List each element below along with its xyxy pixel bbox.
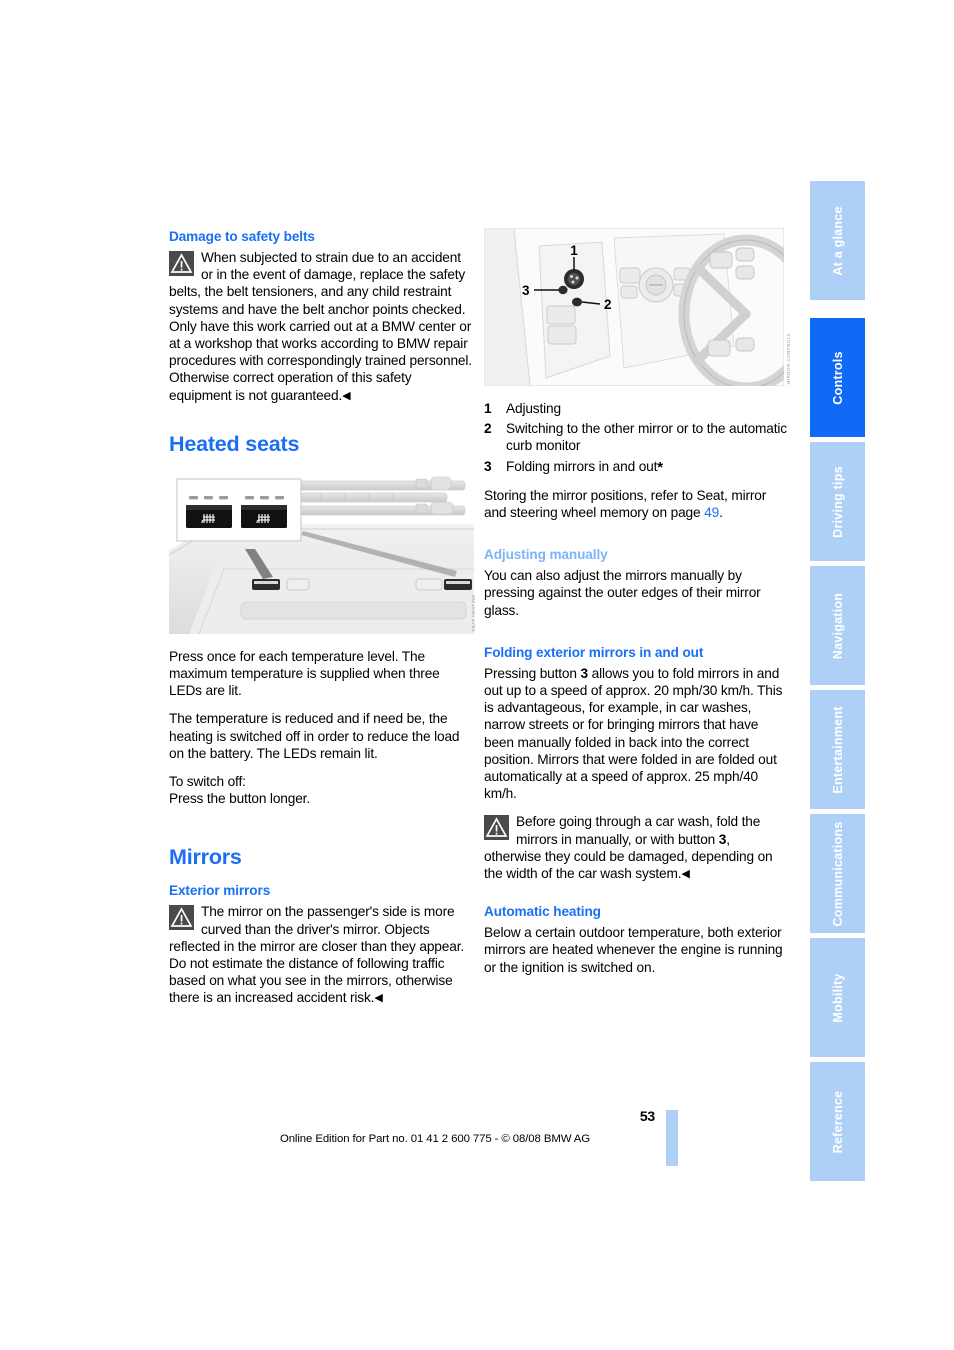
legend-text: Adjusting xyxy=(506,401,561,416)
mirror-controls-illustration: 1 2 3 xyxy=(484,228,784,386)
paragraph-folding-mirrors: Pressing button 3 allows you to fold mir… xyxy=(484,665,783,802)
tab-entertainment[interactable]: Entertainment xyxy=(810,690,865,809)
warning-text-car-wash: Before going through a car wash, fold th… xyxy=(484,814,773,882)
heading-heated-seats: Heated seats xyxy=(169,431,300,456)
page-reference-link[interactable]: 49 xyxy=(704,505,719,520)
tab-controls[interactable]: Controls xyxy=(810,318,865,437)
tab-reference[interactable]: Reference xyxy=(810,1062,865,1181)
right-column: 1 2 3 MIRROR CONTROLS 1 Adjusting 2 Swit… xyxy=(484,228,791,987)
figure-credit-mirror-controls: MIRROR CONTROLS xyxy=(786,332,791,384)
tab-communications[interactable]: Communications xyxy=(810,814,865,933)
imprint-text: Online Edition for Part no. 01 41 2 600 … xyxy=(279,1133,591,1145)
heading-automatic-heating: Automatic heating xyxy=(484,904,601,920)
warning-triangle-icon xyxy=(484,815,509,841)
left-column: Damage to safety belts When subjected to… xyxy=(169,228,476,1008)
mirror-controls-legend: 1 Adjusting 2 Switching to the other mir… xyxy=(484,400,789,476)
heading-damage-to-safety-belts: Damage to safety belts xyxy=(169,229,315,244)
heated-seats-illustration xyxy=(169,468,474,634)
heading-folding-exterior-mirrors: Folding exterior mirrors in and out xyxy=(484,644,704,660)
legend-item-3: 3 Folding mirrors in and out* xyxy=(484,458,789,476)
warning-block-exterior-mirrors: The mirror on the passenger's side is mo… xyxy=(169,903,474,1007)
heading-exterior-mirrors: Exterior mirrors xyxy=(169,883,271,899)
figure-heated-seats-console: SEAT HEATING xyxy=(169,468,476,634)
heading-adjusting-manually: Adjusting manually xyxy=(484,547,608,563)
svg-text:1: 1 xyxy=(570,243,578,258)
tab-label: Communications xyxy=(830,821,845,926)
tab-label: At a glance xyxy=(830,205,845,276)
tab-navigation[interactable]: Navigation xyxy=(810,566,865,685)
optional-equipment-asterisk: * xyxy=(657,458,663,476)
tab-label: Driving tips xyxy=(830,465,845,538)
tab-at-a-glance[interactable]: At a glance xyxy=(810,181,865,300)
button-number-reference: 3 xyxy=(580,665,589,681)
figure-mirror-controls: 1 2 3 MIRROR CONTROLS xyxy=(484,228,791,386)
tab-label: Navigation xyxy=(830,592,845,659)
paragraph-automatic-heating: Below a certain outdoor temperature, bot… xyxy=(484,925,783,975)
legend-text: Folding mirrors in and out xyxy=(506,458,658,474)
figure-credit-heated-seats: SEAT HEATING xyxy=(471,594,476,632)
paragraph-storing-mirror-positions: Storing the mirror positions, refer to S… xyxy=(484,487,767,521)
tab-label: Entertainment xyxy=(830,705,845,794)
legend-number: 1 xyxy=(484,401,492,416)
svg-text:3: 3 xyxy=(522,283,530,298)
legend-item-1: 1 Adjusting xyxy=(484,400,789,417)
paragraph-switch-off-instruction: Press the button longer. xyxy=(169,791,310,807)
tab-mobility[interactable]: Mobility xyxy=(810,938,865,1057)
warning-block-car-wash: Before going through a car wash, fold th… xyxy=(484,813,789,883)
svg-text:2: 2 xyxy=(604,297,612,312)
legend-item-2: 2 Switching to the other mirror or to th… xyxy=(484,420,789,454)
tab-label: Mobility xyxy=(830,972,845,1023)
legend-text: Switching to the other mirror or to the … xyxy=(506,421,787,454)
legend-number: 3 xyxy=(484,458,492,474)
legend-number: 2 xyxy=(484,421,492,437)
warning-text-safety-belts: When subjected to strain due to an accid… xyxy=(169,250,472,403)
section-tab-rail: At a glance Controls Driving tips Naviga… xyxy=(810,181,865,1181)
paragraph-switch-off-label: To switch off: xyxy=(169,774,246,790)
paragraph-adjusting-manually: You can also adjust the mirrors manually… xyxy=(484,568,761,618)
manual-page: Damage to safety belts When subjected to… xyxy=(0,0,954,1350)
tab-label: Controls xyxy=(830,350,845,405)
tab-driving-tips[interactable]: Driving tips xyxy=(810,442,865,561)
warning-triangle-icon xyxy=(169,251,194,276)
warning-text-exterior-mirrors: The mirror on the passenger's side is mo… xyxy=(169,904,465,1006)
page-number: 53 xyxy=(639,1108,655,1124)
paragraph-temperature-reduction: The temperature is reduced and if need b… xyxy=(169,711,460,761)
warning-triangle-icon xyxy=(169,905,194,931)
warning-block-safety-belts: When subjected to strain due to an accid… xyxy=(169,249,474,405)
heading-mirrors: Mirrors xyxy=(169,845,242,870)
paragraph-temperature-levels: Press once for each temperature level. T… xyxy=(169,648,440,699)
